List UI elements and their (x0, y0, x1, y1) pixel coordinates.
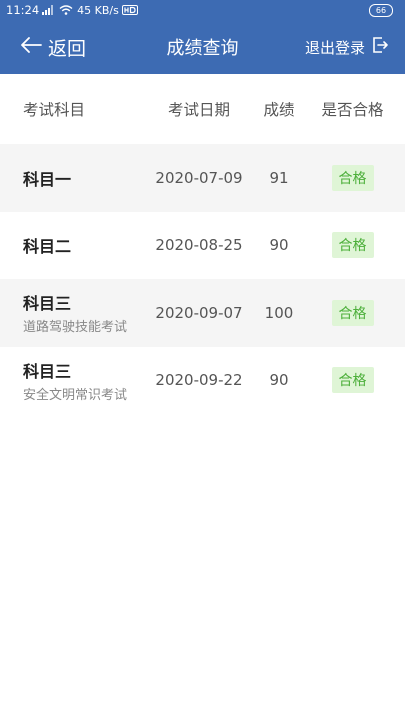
app-bar: 返回 成绩查询 退出登录 (0, 20, 405, 74)
header-date: 考试日期 (167, 101, 230, 119)
date-cell: 2020-09-22 (155, 371, 243, 390)
subject-name: 科目一 (23, 169, 72, 189)
signal-icon (42, 5, 56, 15)
header-subject: 考试科目 (23, 101, 86, 119)
subject-cell: 科目一 (0, 166, 140, 190)
subject-cell: 科目三 道路驾驶技能考试 (0, 290, 140, 335)
passed-cell: 合格 (300, 164, 405, 191)
wifi-icon (59, 5, 73, 15)
top-bar: 11:24 45 KB/s 66 返回 成绩查询 退出登录 (0, 0, 405, 74)
subject-cell: 科目二 (0, 233, 140, 257)
header-passed: 是否合格 (321, 101, 384, 119)
date-cell: 2020-09-07 (155, 303, 243, 322)
logout-button[interactable]: 退出登录 (305, 20, 389, 74)
passed-cell: 合格 (300, 232, 405, 259)
score-cell: 90 (269, 371, 289, 390)
subject-detail: 道路驾驶技能考试 (23, 320, 128, 336)
subject-name: 科目三 (23, 294, 72, 314)
pass-badge: 合格 (331, 232, 374, 259)
status-left: 11:24 45 KB/s (6, 3, 369, 17)
subject-name: 科目三 (23, 361, 72, 381)
date-cell: 2020-07-09 (155, 168, 243, 187)
table-row[interactable]: 科目三 道路驾驶技能考试 2020-09-07 100 合格 (0, 279, 405, 347)
subject-detail: 安全文明常识考试 (23, 387, 128, 403)
back-button[interactable]: 返回 (20, 20, 86, 74)
pass-badge: 合格 (331, 164, 374, 191)
subject-cell: 科目三 安全文明常识考试 (0, 358, 140, 403)
battery-indicator: 66 (369, 3, 393, 17)
app-screen: 11:24 45 KB/s 66 返回 成绩查询 退出登录 考试科目 考试日期 … (0, 0, 405, 720)
score-table: 考试科目 考试日期 成绩 是否合格 科目一 2020-07-09 91 合格 科… (0, 74, 405, 414)
date-cell: 2020-08-25 (155, 236, 243, 255)
score-cell: 100 (264, 303, 294, 322)
subject-name: 科目二 (23, 237, 72, 257)
network-speed: 45 KB/s (77, 3, 119, 17)
score-cell: 91 (269, 168, 289, 187)
table-row[interactable]: 科目三 安全文明常识考试 2020-09-22 90 合格 (0, 347, 405, 415)
pass-badge: 合格 (331, 299, 374, 326)
arrow-left-icon (20, 36, 42, 58)
status-time: 11:24 (6, 3, 40, 17)
hd-icon (121, 5, 138, 15)
table-row[interactable]: 科目二 2020-08-25 90 合格 (0, 212, 405, 280)
back-label: 返回 (48, 37, 87, 60)
pass-badge: 合格 (331, 367, 374, 394)
logout-label: 退出登录 (304, 38, 365, 57)
status-bar: 11:24 45 KB/s 66 (0, 0, 405, 20)
table-row[interactable]: 科目一 2020-07-09 91 合格 (0, 144, 405, 212)
table-header: 考试科目 考试日期 成绩 是否合格 (0, 74, 405, 144)
header-score: 成绩 (263, 101, 295, 119)
logout-icon (371, 36, 389, 58)
score-cell: 90 (269, 236, 289, 255)
passed-cell: 合格 (300, 367, 405, 394)
passed-cell: 合格 (300, 299, 405, 326)
